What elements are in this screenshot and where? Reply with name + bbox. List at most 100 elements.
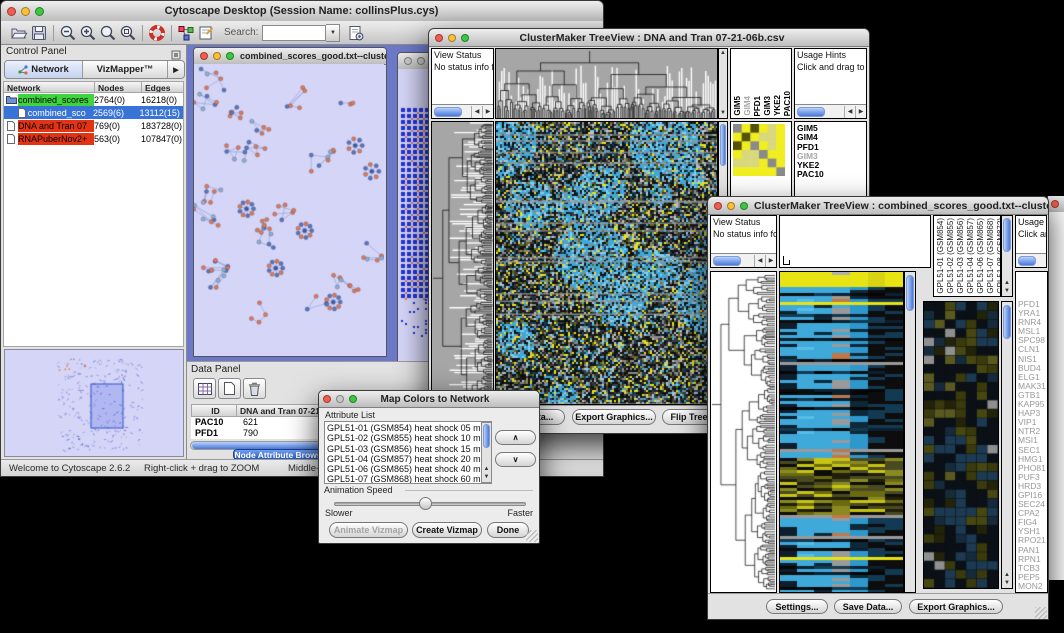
minimize-button[interactable] — [213, 52, 221, 60]
scroll-down-icon[interactable]: ▼ — [1002, 580, 1012, 587]
search-input[interactable] — [262, 25, 326, 41]
zoom-button[interactable] — [349, 395, 357, 403]
column-dendrogram-canvas[interactable] — [495, 48, 718, 119]
scroll-up-icon[interactable]: ▲ — [482, 466, 491, 473]
open-session-icon[interactable] — [9, 23, 29, 42]
close-button[interactable] — [200, 52, 208, 60]
delete-attribute-button[interactable] — [243, 378, 266, 399]
dialog-titlebar[interactable]: Map Colors to Network — [319, 391, 539, 408]
search-dropdown-button[interactable]: ▼ — [326, 24, 340, 42]
zoom-button[interactable] — [226, 52, 234, 60]
tab-vizmapper[interactable]: VizMapper™ — [83, 61, 168, 78]
scroll-left-icon[interactable]: ◀ — [844, 106, 855, 118]
scroll-down-icon[interactable]: ▼ — [719, 110, 727, 117]
help-lifesaver-icon[interactable] — [147, 23, 167, 42]
heatmap-vscrollbar[interactable] — [904, 271, 916, 593]
scroll-left-icon[interactable]: ◀ — [754, 255, 765, 267]
network-window-1[interactable]: combined_scores_good.txt--cluste... — [193, 47, 387, 357]
scroll-right-icon[interactable]: ▶ — [482, 106, 493, 118]
move-up-button[interactable]: ∧ — [495, 430, 536, 445]
attribute-select-button[interactable] — [193, 378, 216, 399]
minimize-button[interactable] — [336, 395, 344, 403]
slider-thumb[interactable] — [419, 497, 432, 510]
scroll-up-icon[interactable]: ▲ — [1002, 280, 1012, 287]
attribute-item[interactable]: GPL51-02 (GSM855) heat shock 10 min — [325, 433, 479, 443]
hints-scrollbar[interactable] — [1016, 253, 1046, 267]
zoom-out-icon[interactable] — [58, 23, 78, 42]
row-dendrogram-canvas[interactable] — [431, 121, 494, 405]
row-dendrogram-canvas[interactable] — [710, 271, 777, 593]
attribute-item[interactable]: GPL51-07 (GSM868) heat shock 60 min — [325, 474, 479, 484]
save-data-button[interactable]: Save Data... — [834, 599, 902, 614]
settings-button[interactable]: Settings... — [766, 599, 828, 614]
heatmap-canvas[interactable] — [495, 121, 718, 405]
close-button[interactable] — [435, 34, 443, 42]
scrollbar-thumb[interactable] — [906, 275, 914, 311]
vizmapper-icon[interactable] — [176, 23, 196, 42]
zoom-fit-icon[interactable] — [98, 23, 118, 42]
network-row-combined-scores[interactable]: combined_scores 2764(0) 16218(0) — [4, 93, 183, 106]
network-overview-canvas[interactable] — [4, 349, 184, 457]
save-session-icon[interactable] — [29, 23, 49, 42]
scrollbar-thumb[interactable] — [797, 107, 825, 117]
scrollbar-thumb[interactable] — [1003, 305, 1011, 339]
scroll-up-icon[interactable]: ▲ — [1002, 572, 1012, 579]
dendrogram-vscrollbar[interactable]: ▲▼ — [718, 48, 728, 119]
close-button[interactable] — [323, 395, 331, 403]
main-titlebar[interactable]: Cytoscape Desktop (Session Name: collins… — [1, 1, 603, 22]
network-row-selected[interactable]: combined_sco 2569(6) 13112(15) — [4, 106, 183, 119]
scroll-right-icon[interactable]: ▶ — [855, 106, 866, 118]
scroll-left-icon[interactable]: ◀ — [471, 106, 482, 118]
node-attribute-browser-tab[interactable]: Node Attribute Brows — [233, 449, 323, 459]
close-button[interactable] — [714, 202, 722, 210]
close-button[interactable] — [1051, 200, 1059, 208]
create-attribute-button[interactable] — [218, 378, 241, 399]
export-graphics-button[interactable]: Export Graphics... — [909, 599, 1003, 614]
heatmap-canvas[interactable] — [779, 271, 904, 593]
zoom-in-icon[interactable] — [78, 23, 98, 42]
mini-heatmap-canvas[interactable] — [733, 124, 785, 176]
hints-scrollbar[interactable]: ◀▶ — [795, 104, 866, 118]
genes-vscrollbar[interactable]: ▲▼ — [1001, 301, 1013, 589]
minimize-button[interactable] — [417, 57, 425, 65]
zoom-button[interactable] — [461, 34, 469, 42]
status-scrollbar[interactable]: ◀▶ — [432, 104, 493, 118]
scrollbar-thumb[interactable] — [483, 424, 490, 448]
attribute-listbox[interactable]: GPL51-01 (GSM854) heat shock 05 minGPL51… — [324, 421, 492, 484]
scroll-right-icon[interactable]: ▶ — [765, 255, 776, 267]
minimize-button[interactable] — [448, 34, 456, 42]
treeview1-titlebar[interactable]: ClusterMaker TreeView : DNA and Tran 07-… — [429, 29, 869, 47]
network-view-canvas[interactable] — [194, 64, 384, 354]
export-graphics-button[interactable]: Export Graphics... — [572, 409, 656, 425]
close-button[interactable] — [7, 7, 16, 16]
scroll-down-icon[interactable]: ▼ — [1002, 288, 1012, 295]
attribute-item[interactable]: GPL51-04 (GSM857) heat shock 20 min — [325, 454, 479, 464]
annotation-icon[interactable] — [196, 23, 216, 42]
network-row-rnapuber[interactable]: RNAPuberNov2+ 563(0) 107847(0) — [4, 132, 183, 145]
scroll-down-icon[interactable]: ▼ — [482, 474, 491, 481]
column-dendrogram-area[interactable] — [779, 215, 931, 268]
network-row-dna-tran[interactable]: DNA and Tran 07 769(0) 183728(0) — [4, 119, 183, 132]
attribute-item[interactable]: GPL51-06 (GSM865) heat shock 40 min — [325, 464, 479, 474]
scrollbar-thumb[interactable] — [1003, 218, 1011, 252]
scrollbar-thumb[interactable] — [1018, 256, 1036, 266]
close-button[interactable] — [404, 57, 412, 65]
create-vizmap-button[interactable]: Create Vizmap — [412, 522, 482, 538]
attribute-browser-icon[interactable] — [346, 23, 366, 42]
minimize-button[interactable] — [727, 202, 735, 210]
zoom-selected-icon[interactable] — [118, 23, 138, 42]
minimize-button[interactable] — [21, 7, 30, 16]
selection-heatmap-canvas[interactable] — [923, 301, 999, 589]
zoom-button[interactable] — [740, 202, 748, 210]
move-down-button[interactable]: ∨ — [495, 452, 536, 467]
scrollbar-thumb[interactable] — [720, 124, 726, 166]
tab-network[interactable]: Network — [5, 61, 83, 78]
done-button[interactable]: Done — [487, 522, 529, 538]
status-scrollbar[interactable]: ◀▶ — [711, 253, 776, 267]
tab-more-arrow[interactable]: ▶ — [168, 61, 184, 78]
scrollbar-thumb[interactable] — [434, 107, 462, 117]
attribute-item[interactable]: GPL51-01 (GSM854) heat shock 05 min — [325, 423, 479, 433]
treeview2-titlebar[interactable]: ClusterMaker TreeView : combined_scores_… — [708, 197, 1048, 215]
animate-vizmap-button[interactable]: Animate Vizmap — [329, 522, 408, 538]
scrollbar-thumb[interactable] — [713, 256, 741, 266]
